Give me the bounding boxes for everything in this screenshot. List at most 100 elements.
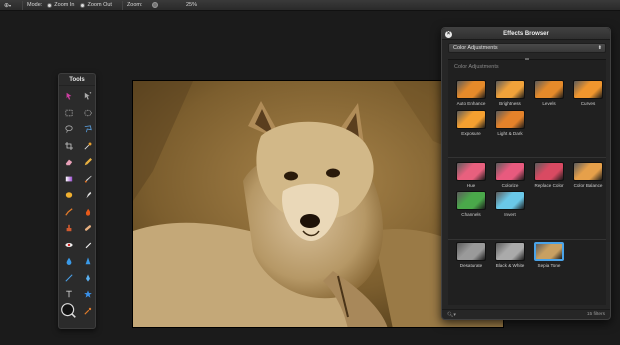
zoom-value: 25% [186,2,198,8]
effect-replace-color[interactable]: Replace Color [531,162,567,188]
effect-thumbnail [534,80,564,99]
effect-light-dark[interactable]: Light & Dark [492,110,528,136]
zoom-out-radio[interactable]: Zoom Out [80,2,112,8]
tool-brush[interactable] [78,171,97,188]
tool-sponge[interactable] [59,220,78,237]
effect-colorize[interactable]: Colorize [492,162,528,188]
effect-label: Replace Color [534,183,564,188]
effect-label: Auto Enhance [456,101,486,106]
effect-label: Channels [461,212,481,217]
effects-category-select[interactable]: Color Adjustments ⬍ [448,43,606,53]
effect-color-balance[interactable]: Color Balance [570,162,606,188]
clone-stamp-icon [64,208,73,216]
effects-browser-panel: × Effects Browser Color Adjustments ⬍ Co… [441,27,611,320]
section-divider [448,239,606,240]
effect-thumbnail [534,242,564,261]
effect-levels[interactable]: Levels [531,80,567,106]
effect-label: Exposure [461,131,481,136]
text-icon [65,291,72,298]
effect-thumbnail [495,242,525,261]
zoom-slider-knob[interactable] [151,2,158,8]
tool-smudge[interactable] [78,187,97,204]
toolbar-divider [121,0,123,10]
effect-thumbnail [456,162,486,181]
tool-zoom[interactable] [59,303,78,320]
eyedropper-icon [83,142,91,150]
tool-color-picker[interactable] [78,303,97,320]
effect-thumbnail [495,110,525,129]
flame-icon [85,208,90,216]
pencil-icon [84,158,92,166]
effect-thumbnail [573,80,603,99]
tool-select-arrow[interactable] [78,88,97,105]
tool-lasso[interactable] [59,121,78,138]
up-down-arrow-icon: ⬍ [597,45,602,51]
tool-eraser[interactable] [59,154,78,171]
effect-thumbnail [573,162,603,181]
tool-red-eye[interactable] [59,237,78,254]
tool-paint-bucket[interactable] [59,187,78,204]
tool-clone[interactable] [59,204,78,221]
tool-blur[interactable] [59,253,78,270]
tool-options-menu[interactable]: ⊕ ▾ [4,2,18,9]
effect-label: Curves [580,101,596,106]
resize-handle[interactable] [525,58,529,60]
zoom-in-radio[interactable]: Zoom In [47,2,74,8]
effect-thumbnail [495,80,525,99]
effect-label: Brightness [499,101,521,106]
tool-patch[interactable] [78,237,97,254]
tool-ellipse-select[interactable] [78,105,97,122]
effects-browser-header: × Effects Browser [442,28,610,40]
paint-bucket-icon [65,192,72,199]
tool-eyedropper[interactable] [78,138,97,155]
effect-hue[interactable]: Hue [453,162,489,188]
patch-icon [85,242,91,248]
tool-polygon-lasso[interactable] [78,121,97,138]
eraser-icon [65,159,72,166]
effect-exposure[interactable]: Exposure [453,110,489,136]
bandage-icon [84,225,91,231]
effect-channels[interactable]: Channels [453,191,489,217]
tools-grid [59,86,95,319]
tool-pen[interactable] [78,270,97,287]
tool-move[interactable] [59,88,78,105]
tool-sharpen[interactable] [78,253,97,270]
effect-sepia-tone[interactable]: Sepia Tone [531,242,567,268]
star-icon [83,290,92,298]
filter-count: 15 filters [586,312,605,317]
effect-curves[interactable]: Curves [570,80,606,106]
crop-icon [64,141,73,150]
tool-pencil[interactable] [78,154,97,171]
effect-label: Black & White [495,263,525,268]
water-drop-icon [66,258,71,266]
effect-label: Levels [542,101,556,106]
effect-invert[interactable]: Invert [492,191,528,217]
zoom-out-label: Zoom Out [87,2,112,8]
search-icon[interactable]: 🔍︎▾ [447,312,467,318]
effect-thumbnail [534,162,564,181]
effect-desaturate[interactable]: Desaturate [453,242,489,268]
tool-text[interactable] [59,286,78,303]
tool-burn[interactable] [78,204,97,221]
effects-category-value: Color Adjustments [453,45,498,51]
sharpen-icon [85,257,90,265]
tool-crop[interactable] [59,138,78,155]
magnifier-icon [61,303,76,319]
effect-thumbnail [456,110,486,129]
effect-label: Invert [504,212,516,217]
effect-label: Hue [466,183,476,188]
effect-label: Sepia Tone [537,263,561,268]
effect-thumbnail [456,191,486,210]
effect-auto-enhance[interactable]: Auto Enhance [453,80,489,106]
close-icon[interactable]: × [445,30,452,38]
effect-black-white[interactable]: Black & White [492,242,528,268]
effect-thumbnail [456,242,486,261]
tool-gradient[interactable] [59,171,78,188]
section-divider [448,157,606,158]
tool-rect-select[interactable] [59,105,78,122]
effect-brightness[interactable]: Brightness [492,80,528,106]
tool-shape[interactable] [78,286,97,303]
tool-bandage[interactable] [78,220,97,237]
tool-line[interactable] [59,270,78,287]
zoom-label: Zoom: [126,2,143,8]
